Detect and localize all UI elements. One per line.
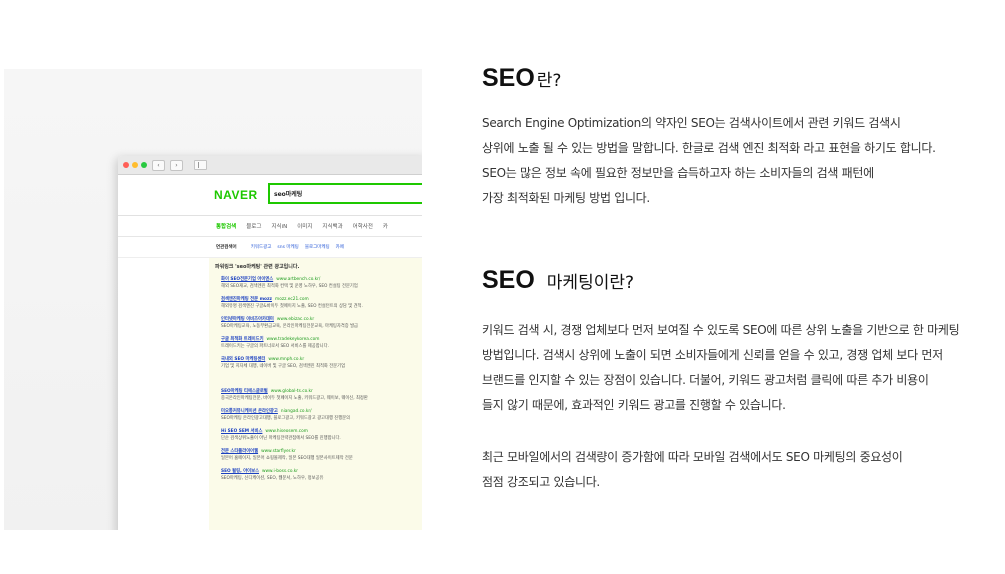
naver-search-box: seo마케팅 (268, 183, 422, 204)
ad-title: 국내외 SEO 마케팅센터 (221, 357, 266, 362)
naver-tab: 이미지 (297, 224, 313, 230)
naver-tab: 지식iN (271, 224, 288, 230)
section1-line: 상위에 노출 될 수 있는 방법을 말합니다. 한글로 검색 엔진 최적화 라고… (482, 141, 936, 155)
illustration-panel: ‹ › NAVER seo마케팅 통합검색 블로그 지식iN 이미지 지식백과 … (4, 69, 422, 530)
ad-desc: 트레이드키는 구글의 파트너로서 SEO 서비스를 제공합니다. (221, 344, 329, 349)
section2-line: 최근 모바일에서의 검색량이 증가함에 따라 모바일 검색에서도 SEO 마케팅… (482, 450, 903, 464)
minimize-window-icon (132, 162, 138, 168)
ad-url: www.starflyer.kr (261, 449, 296, 454)
ad-title: 검색엔진마케팅 전문 mozz (221, 297, 273, 302)
section2-body: 키워드 검색 시, 경쟁 업체보다 먼저 보여질 수 있도록 SEO에 따른 상… (482, 318, 987, 418)
section2-line: 브랜드를 인지할 수 있는 장점이 있습니다. 더불어, 키워드 광고처럼 클릭… (482, 373, 929, 387)
naver-tab: 카 (382, 224, 388, 230)
section1-title: SEO 란? (482, 64, 561, 93)
section2-line: 방법입니다. 검색시 상위에 노출이 되면 소비자들에게 신뢰를 얻을 수 있고… (482, 348, 943, 362)
related-keyword: 블로그마케팅 (304, 245, 330, 250)
ad-url: www.artbench.co.kr/ (276, 277, 321, 282)
ad-url: niangad.co.kr/ (280, 409, 312, 414)
section2-line: 점점 강조되고 있습니다. (482, 475, 600, 489)
ad-desc: 해외 SEO재교, 검색엔진 최적화 컨택 및 운영 노하우, SEO 컨설팅 … (221, 284, 358, 289)
ad-desc: 기업 및 지자체 대행, 네이버 및 구글 SEO, 검색엔진 최적화 전문기업 (221, 364, 346, 369)
naver-header: NAVER seo마케팅 (118, 175, 422, 216)
section1-line: 가장 최적화된 마케팅 방법 입니다. (482, 191, 650, 205)
ads-title: 파워링크 'seo마케팅' 관련 광고입니다. (215, 264, 300, 270)
ad-item: 검색엔진마케팅 전문 mozz mozz.ec21.com 해외유명 검색엔진 구글… (221, 296, 363, 310)
ad-item: 인터넷마케팅 이비즈아카데미 www.ebizac.co.kr SEO마케팅교육, … (221, 316, 358, 330)
naver-tab: 통합검색 (216, 224, 237, 230)
section1-title-kr: 란? (536, 71, 562, 91)
ad-title: Hi SEO SEM 서비스 (221, 429, 263, 434)
ad-url: www.i-boss.co.kr (262, 469, 299, 474)
naver-tab: 블로그 (246, 224, 262, 230)
ad-item: Hi SEO SEM 서비스 www.hiseosem.com 단순 검색상위노출이… (221, 428, 341, 442)
naver-tabs: 통합검색 블로그 지식iN 이미지 지식백과 어학사전 카 (118, 216, 422, 237)
ad-url: www.mnph.co.kr (268, 357, 305, 362)
section1-line: SEO는 많은 정보 속에 필요한 정보만을 습득하고자 하는 소비자들의 검색… (482, 166, 874, 180)
ad-title: SEO마케팅 티에스글로벌 (221, 389, 268, 394)
ad-item: SEO 될링, 아이보스 www.i-boss.co.kr SEO마케팅, 신디케이… (221, 468, 323, 482)
ad-desc: SEO마케팅교육, 노동부환급교육, 온라인마케팅전문교육, 마케팅자격증 발급 (221, 324, 358, 329)
ad-desc: SEO마케팅 온라인광고대행, 블로그광고, 키워드광고 광고대행 진행문의 (221, 416, 351, 421)
naver-tab: 어학사전 (352, 224, 373, 230)
ad-url: www.ebizac.co.kr (276, 317, 315, 322)
maximize-window-icon (141, 162, 147, 168)
ad-desc: 일본어 홈페이지, 일본어 쇼핑몰제작, 일본 SEO대행 일본사이트제작 전문 (221, 456, 353, 461)
naver-related-keywords: 연관검색어 키워드광고 sns 마케팅 블로그마케팅 카페 (118, 237, 422, 258)
ad-title: 인터넷마케팅 이비즈아카데미 (221, 317, 274, 322)
section1-title-en: SEO (482, 64, 535, 92)
section2-title: SEO 마케팅이란? (482, 266, 634, 295)
section1-line: Search Engine Optimization의 약자인 SEO는 검색사… (482, 116, 901, 130)
browser-titlebar: ‹ › (118, 156, 422, 175)
ad-desc: SEO마케팅, 신디케이션, SEO, 웹문서, 노하우, 정보공유 (221, 476, 324, 481)
related-label: 연관검색어 (216, 245, 237, 250)
ad-item: SEO마케팅 티에스글로벌 www.global-ts.co.kr 중국온라인마케팅… (221, 388, 368, 402)
ad-desc: 해외유명 검색엔진 구글&바이두 첫페이지 노출, SEO 컨설턴트의 상담 및… (221, 304, 363, 309)
naver-logo: NAVER (214, 188, 258, 202)
ad-title: 전문 스타플라이어웹 (221, 449, 259, 454)
forward-arrow-icon: › (170, 159, 183, 171)
back-arrow-icon: ‹ (152, 159, 165, 171)
ad-desc: 중국온라인마케팅전문, 바이두 첫페이지 노출, 키워드광고, 웨이보, 웨이신… (221, 396, 368, 401)
ad-url: mozz.ec21.com (275, 297, 309, 302)
ad-item: 미오통커뮤니케이션 온라인광고 niangad.co.kr/SEO마케팅 온라인광… (221, 408, 350, 422)
ad-item: 국내외 SEO 마케팅센터 www.mnph.co.kr 기업 및 지자체 대행, … (221, 356, 345, 370)
close-window-icon (123, 162, 129, 168)
sidebar-toggle-icon (194, 160, 207, 170)
ad-item: 화이 SEO전문기업 아이엔스 www.artbench.co.kr/해외 SEO… (221, 276, 358, 290)
ad-item: 전문 스타플라이어웹 www.starflyer.kr 일본어 홈페이지, 일본어 … (221, 448, 353, 462)
naver-tab: 지식백과 (322, 224, 343, 230)
ad-desc: 단순 검색상위노출이 아닌 마케팅전략관점에서 SEO를 진행합니다. (221, 436, 341, 441)
related-keyword: 카페 (335, 245, 344, 250)
ad-url: www.hiseosem.com (265, 429, 308, 434)
section2-line: 들지 않기 때문에, 효과적인 키워드 광고를 진행할 수 있습니다. (482, 398, 786, 412)
section2-title-kr: 마케팅이란? (546, 273, 635, 293)
naver-search-query: seo마케팅 (274, 191, 303, 198)
related-keyword: sns 마케팅 (277, 245, 299, 250)
related-keyword: 키워드광고 (250, 245, 272, 250)
ad-title: 화이 SEO전문기업 아이엔스 (221, 277, 274, 282)
section2-body-extra: 최근 모바일에서의 검색량이 증가함에 따라 모바일 검색에서도 SEO 마케팅… (482, 445, 987, 495)
section2-title-en: SEO (482, 266, 535, 294)
section1-body: Search Engine Optimization의 약자인 SEO는 검색사… (482, 111, 987, 211)
ad-url: www.global-ts.co.kr (270, 389, 313, 394)
ad-title: 구글 최적화 트레이드키 (221, 337, 264, 342)
ad-url: www.tradekeykorea.com (266, 337, 320, 342)
section2-line: 키워드 검색 시, 경쟁 업체보다 먼저 보여질 수 있도록 SEO에 따른 상… (482, 323, 960, 337)
browser-window: ‹ › NAVER seo마케팅 통합검색 블로그 지식iN 이미지 지식백과 … (118, 156, 422, 530)
ad-title: SEO 될링, 아이보스 (221, 469, 260, 474)
power-link-ads: 파워링크 'seo마케팅' 관련 광고입니다. 화이 SEO전문기업 아이엔스 w… (209, 258, 422, 530)
ad-title: 미오통커뮤니케이션 온라인광고 (221, 409, 278, 414)
ad-item: 구글 최적화 트레이드키 www.tradekeykorea.com 트레이드키는 … (221, 336, 329, 350)
